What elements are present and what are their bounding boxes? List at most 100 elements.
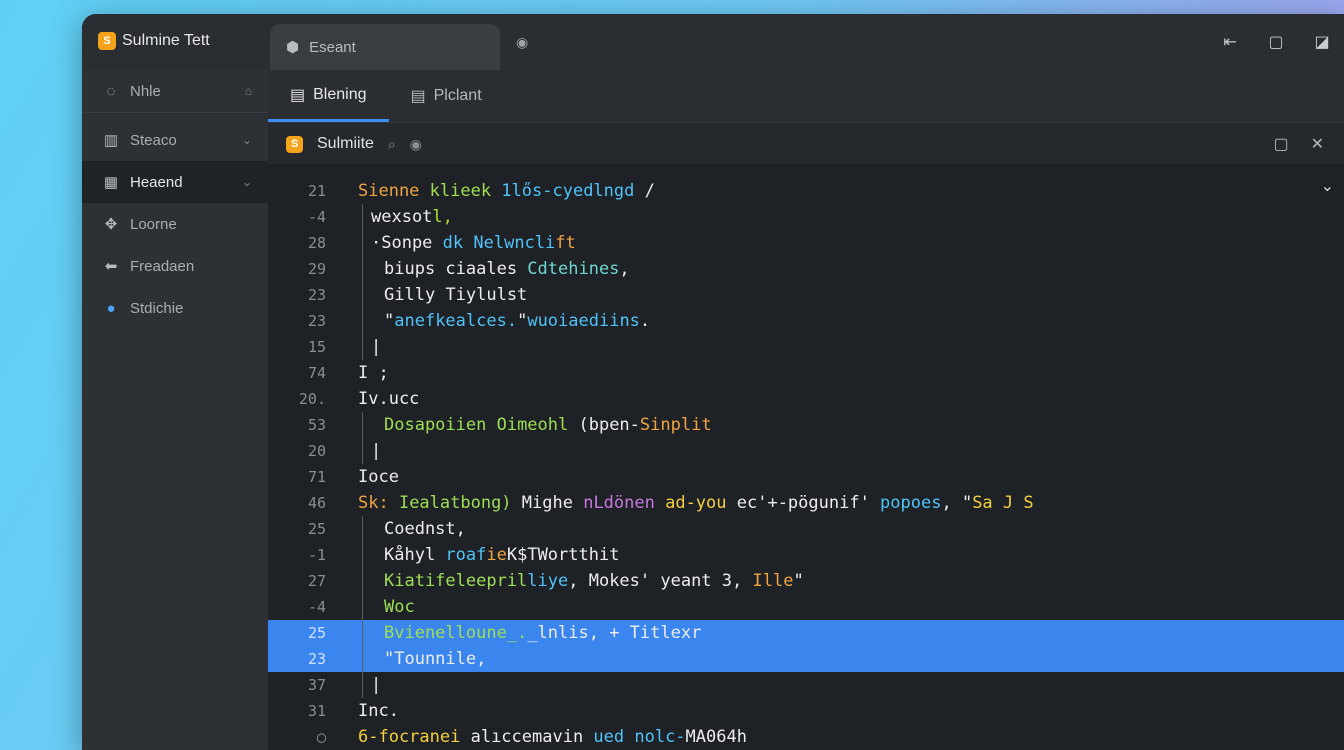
code-token: , Mokes' yeant 3, [568,571,753,591]
code-text: Coednst, [384,516,466,542]
list-icon: ▤ [410,88,426,105]
code-token: anefkealces. [394,311,518,331]
code-token: ft [555,233,576,253]
collapse-icon[interactable]: ⇤ [1220,32,1240,51]
code-line[interactable]: 53 Dosapoiien Oimeohl (bpen-Sinplit [268,412,1344,438]
code-token: "Tounnile, [384,649,487,669]
code-token: Bvienelloune_. [384,623,528,643]
main-panel: ▤ Blening ▤ Plclant S Sulmiite ⌕ ◉ ▢ ✕ ⌄… [268,70,1344,750]
code-token: , " [941,493,973,513]
code-line[interactable]: 21 Sienne klieek 1lős-cyedlngd / [268,178,1344,204]
code-text: Sk: Iealatbong) Mighe nLdönen ad-you ec'… [358,490,1034,516]
code-line[interactable]: 23 "anefkealces."wuoiaediins. [268,308,1344,334]
code-token: dk [442,233,474,253]
new-tab-icon[interactable]: ◉ [516,35,528,51]
code-text: Inc. [358,698,399,724]
line-number: 25 [307,624,326,642]
sidebar-item-heaend[interactable]: ▦ Heaend ⌄ [82,161,268,203]
sidebar-item-loorne[interactable]: ✥ Loorne [82,203,268,245]
line-number: 74 [307,364,326,382]
code-token: klieek [429,181,502,201]
back-arrow-icon: ⬅ [104,258,118,275]
line-number: ◯ [316,728,326,746]
wifi-icon: ◌ [106,82,116,100]
line-number: 29 [307,260,326,278]
code-token: ie [486,545,507,565]
code-text: | [371,334,381,360]
sidebar-item-nhle[interactable]: ◌ Nhle ⌂ [82,70,268,113]
code-text: biups ciaales Cdtehines, [384,256,630,282]
code-token: , [619,259,630,279]
code-line[interactable]: 27 Kiatifeleeprilliye, Mokes' yeant 3, Il… [268,568,1344,594]
code-text: | [371,438,381,464]
sublime-file-icon: S [286,135,303,153]
indent-guide [362,282,363,308]
app-window: S Sulmine Tett ⬢ Eseant ◉ ⇤ ▢ ◪ ◌ Nhle ⌂… [82,14,1344,750]
code-line[interactable]: 71 Ioce [268,464,1344,490]
sidebar-item-freadaen[interactable]: ⬅ Freadaen [82,245,268,287]
search-icon[interactable]: ⌕ [388,136,396,153]
code-token: ec'+-pögunif' [736,493,881,513]
code-token: roaf [445,545,487,565]
file-controls: ▢ ✕ [1273,134,1324,154]
sublime-logo-icon: S [98,32,116,50]
indent-guide [362,230,363,256]
indent-guide [362,412,363,438]
code-token: Sinplit [639,415,712,435]
code-line[interactable]: 25 Coednst, [268,516,1344,542]
code-token: _ [527,623,538,643]
code-line[interactable]: 29 biups ciaales Cdtehines, [268,256,1344,282]
code-line[interactable]: -4 Woc [268,594,1344,620]
globe-icon: ● [106,299,116,317]
sidebar-item-steaco[interactable]: ▥ Steaco ⌄ [82,119,268,161]
split-view-icon[interactable]: ◪ [1312,32,1332,51]
line-number: 20. [298,390,326,408]
code-token: ued nolc- [593,727,686,747]
sidebar-item-stdichie[interactable]: ● Stdichie [82,287,268,329]
code-line[interactable]: 25 Bvienelloune_._lnlis, + Titlexr [268,620,1344,646]
code-line[interactable]: 31 Inc. [268,698,1344,724]
restore-icon[interactable]: ▢ [1266,32,1286,51]
code-token: biups ciaales [384,259,528,279]
code-text: | [371,672,381,698]
code-line[interactable]: 23 "Tounnile, [268,646,1344,672]
indent-guide [362,334,363,360]
code-text: Woc [384,594,415,620]
code-line[interactable]: 20 | [268,438,1344,464]
code-line[interactable]: 20. Iv.ucc [268,386,1344,412]
line-number: 46 [307,494,326,512]
code-token: liye [527,571,569,591]
tab-icon: ⬢ [286,39,300,56]
code-line[interactable]: 23 Gilly Tiylulst [268,282,1344,308]
code-line[interactable]: 28 ·Sonpe dk Nelwnclift [268,230,1344,256]
code-token: Nelwncli [473,233,556,253]
close-icon[interactable]: ✕ [1311,134,1324,154]
app-title: S Sulmine Tett [98,32,210,50]
code-token: MA064h [685,727,747,747]
code-editor[interactable]: ⌄ 21 Sienne klieek 1lős-cyedlngd / -4 wexso… [268,164,1344,750]
code-token: . [639,311,651,331]
window-controls: ⇤ ▢ ◪ [1220,32,1332,51]
indent-guide [362,256,363,282]
code-token: Kåhyl [384,545,446,565]
file-bar: S Sulmiite ⌕ ◉ ▢ ✕ [268,122,1344,166]
code-line[interactable]: 15 | [268,334,1344,360]
maximize-icon[interactable]: ▢ [1273,134,1288,154]
window-tab[interactable]: ⬢ Eseant [270,24,500,70]
tab-plclant[interactable]: ▤ Plclant [389,70,504,122]
code-line[interactable]: 46 Sk: Iealatbong) Mighe nLdönen ad-you e… [268,490,1344,516]
tab-blening[interactable]: ▤ Blening [268,70,389,122]
line-number: -1 [307,546,326,564]
code-line[interactable]: -1 Kåhyl roafieK$TWortthit [268,542,1344,568]
code-line[interactable]: 74 I ; [268,360,1344,386]
code-line[interactable]: 37 | [268,672,1344,698]
home-icon[interactable]: ⌂ [245,84,252,98]
code-token: Sa J S [972,493,1034,513]
code-token: Kiatifeleepril [384,571,528,591]
zoom-icon[interactable]: ◉ [410,136,422,153]
code-token: Iv.ucc [358,389,420,409]
code-token: Ille [752,571,794,591]
code-line[interactable]: ◯ 6-focranei alıccemavin ued nolc-MA064h [268,724,1344,750]
code-token: wuoiaediins [527,311,640,331]
code-line[interactable]: -4 wexsotl, [268,204,1344,230]
